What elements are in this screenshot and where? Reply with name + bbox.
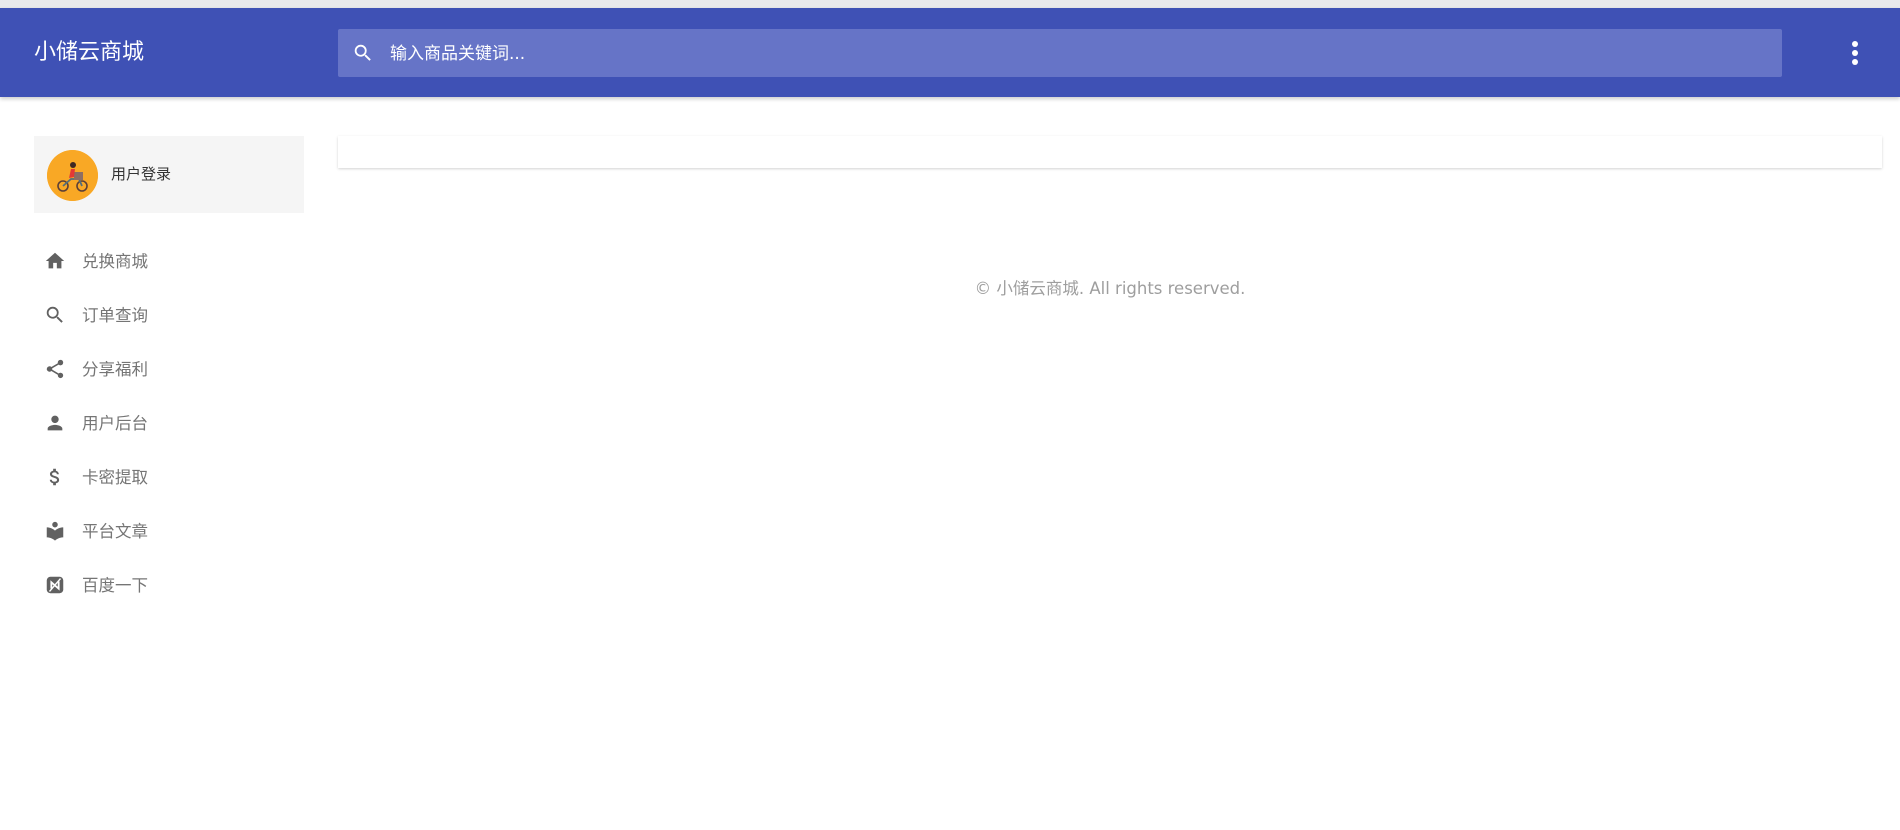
sidebar-item-card-extract[interactable]: 卡密提取 (34, 455, 304, 499)
sidebar-item-label: 订单查询 (82, 306, 148, 325)
content-card (338, 136, 1882, 168)
user-login-link[interactable]: 用户登录 (111, 164, 171, 184)
footer-copyright: © 小储云商城. All rights reserved. (974, 279, 1246, 298)
avatar[interactable] (47, 150, 98, 201)
sidebar-item-share-benefits[interactable]: 分享福利 (34, 347, 304, 391)
more-menu-button[interactable] (1842, 36, 1868, 70)
person-icon (44, 412, 66, 434)
browser-top-strip (0, 0, 1900, 8)
search-icon (44, 304, 66, 326)
search-box[interactable] (338, 29, 1782, 79)
sidebar-item-baidu[interactable]: 百度一下 (34, 563, 304, 607)
search-icon (352, 42, 374, 64)
brand-title[interactable]: 小储云商城 (34, 38, 144, 68)
book-icon (44, 520, 66, 542)
sidebar-item-user-backend[interactable]: 用户后台 (34, 401, 304, 445)
sidebar-item-label: 百度一下 (82, 576, 148, 595)
sidebar-item-label: 用户后台 (82, 414, 148, 433)
sidebar-item-exchange-mall[interactable]: 兑换商城 (34, 239, 304, 283)
sidebar-item-label: 兑换商城 (82, 252, 148, 271)
sidebar-item-label: 卡密提取 (82, 468, 148, 487)
more-vertical-icon (1842, 41, 1868, 74)
baidu-icon (44, 574, 66, 596)
share-icon (44, 358, 66, 380)
sidebar-item-order-query[interactable]: 订单查询 (34, 293, 304, 337)
sidebar-item-label: 分享福利 (82, 360, 148, 379)
user-profile-panel: 用户登录 (34, 136, 304, 213)
sidebar-item-label: 平台文章 (82, 522, 148, 541)
search-input[interactable] (388, 29, 1772, 79)
home-icon (44, 250, 66, 272)
dollar-icon (44, 466, 66, 488)
app-bar: 小储云商城 (0, 8, 1900, 97)
sidebar-item-articles[interactable]: 平台文章 (34, 509, 304, 553)
